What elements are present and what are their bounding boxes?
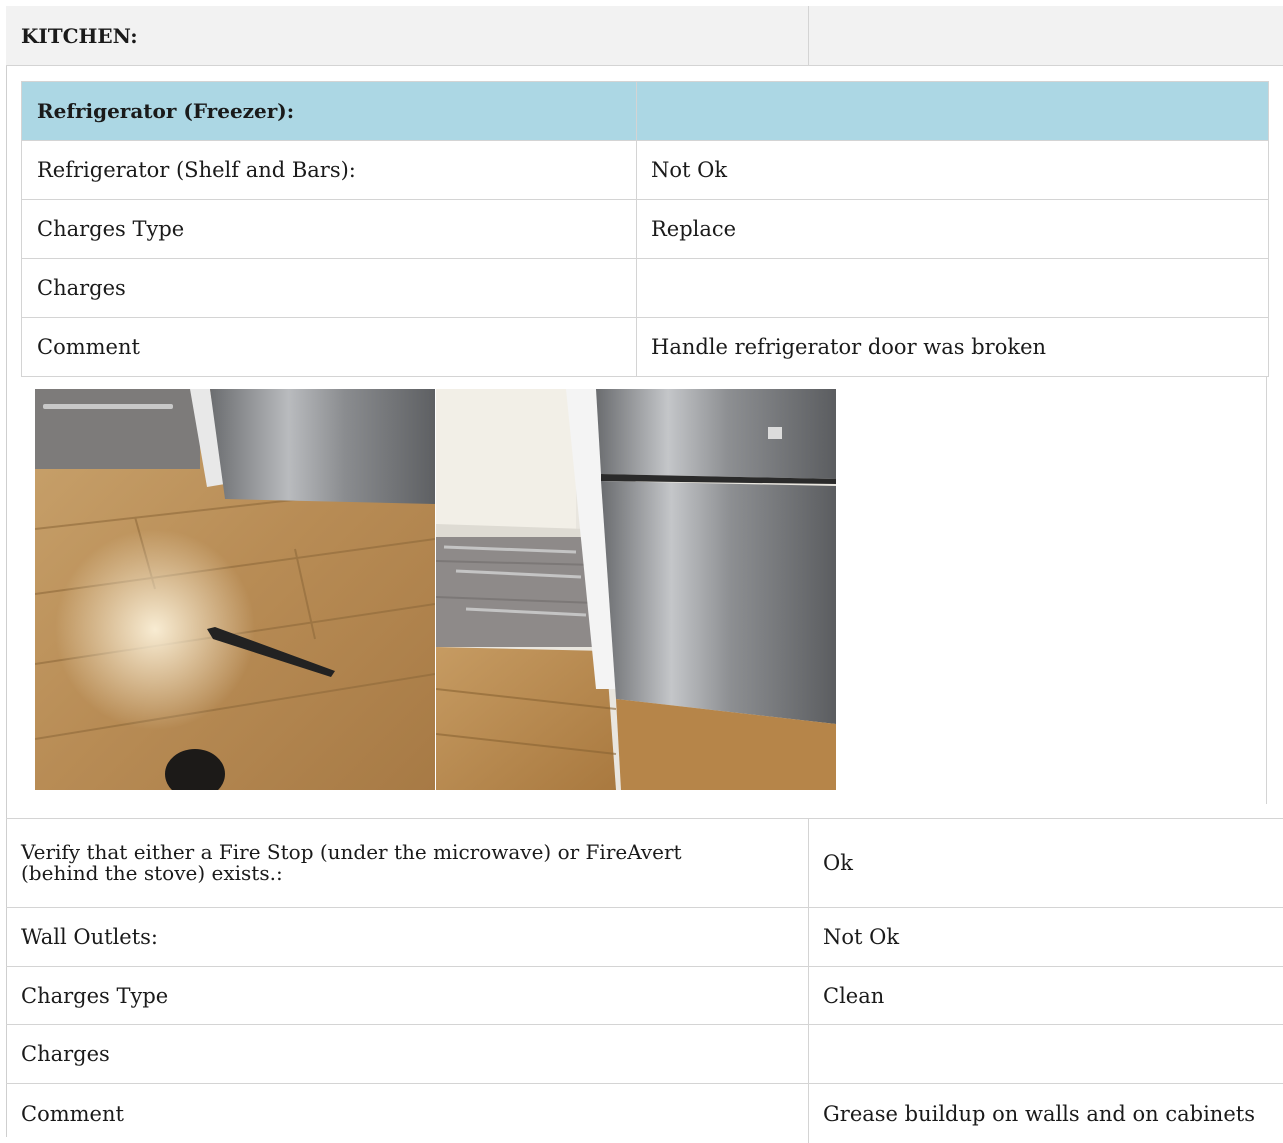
- table-row: Verify that either a Fire Stop (under th…: [6, 819, 1283, 908]
- row-label: Charges Type: [6, 967, 809, 1024]
- row-label: Charges Type: [22, 200, 637, 258]
- row-value: [637, 259, 1269, 317]
- row-value: Replace: [637, 200, 1269, 258]
- photo-broken-handle-image: [35, 389, 435, 790]
- table-row: Charges: [6, 1025, 1283, 1084]
- row-value: Not Ok: [823, 925, 900, 949]
- row-label: Comment: [6, 1084, 809, 1143]
- table-row: Refrigerator (Shelf and Bars): Not Ok: [22, 141, 1269, 200]
- row-value: Clean: [823, 983, 885, 1008]
- row-value: Grease buildup on walls and on cabinets: [823, 1101, 1255, 1126]
- table-row: Charges: [22, 259, 1269, 318]
- table-row: Wall Outlets: Not Ok: [6, 908, 1283, 967]
- photo-refrigerator-image: [436, 389, 836, 790]
- table-row: Charges Type Clean: [6, 967, 1283, 1025]
- row-label: Verify that either a Fire Stop (under th…: [6, 819, 809, 907]
- row-label: Wall Outlets:: [6, 908, 809, 966]
- refrigerator-header: Refrigerator (Freezer):: [22, 82, 637, 140]
- row-value: [809, 1025, 1283, 1083]
- table-row: Charges Type Replace: [22, 200, 1269, 259]
- row-value: Handle refrigerator door was broken: [637, 318, 1269, 376]
- section-value: [809, 6, 1283, 65]
- kitchen-header-row: KITCHEN:: [6, 6, 1283, 66]
- row-value: Ok: [823, 851, 853, 875]
- row-label: Refrigerator (Shelf and Bars):: [22, 141, 637, 199]
- table-divider: [1266, 376, 1267, 804]
- row-value: Not Ok: [637, 141, 1269, 199]
- photo-broken-handle-on-floor[interactable]: [35, 389, 435, 790]
- photo-refrigerator-door[interactable]: [436, 389, 836, 790]
- section-title: KITCHEN:: [6, 6, 809, 65]
- refrigerator-header-value: [637, 82, 1269, 140]
- row-label: Comment: [22, 318, 637, 376]
- row-label: Charges: [6, 1025, 809, 1083]
- table-row: Comment Grease buildup on walls and on c…: [6, 1084, 1283, 1143]
- photo-gallery: [35, 389, 836, 790]
- row-label: Charges: [22, 259, 637, 317]
- table-row: Comment Handle refrigerator door was bro…: [22, 318, 1269, 377]
- refrigerator-header-row: Refrigerator (Freezer):: [22, 82, 1269, 141]
- refrigerator-table: Refrigerator (Freezer): Refrigerator (Sh…: [21, 81, 1269, 377]
